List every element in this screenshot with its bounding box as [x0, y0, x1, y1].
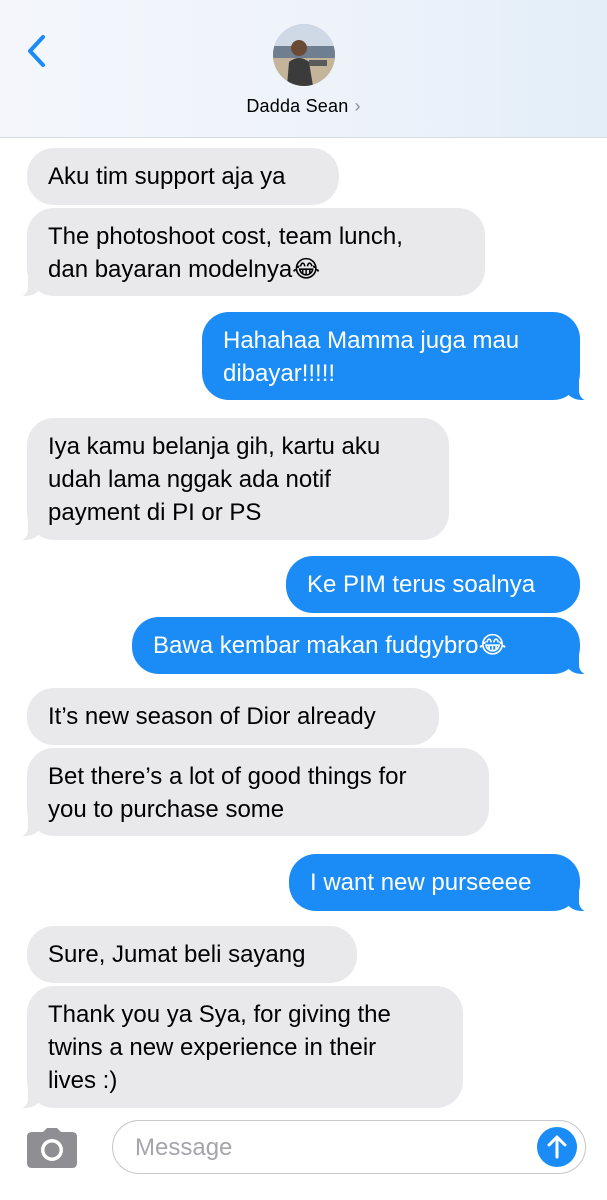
message-bubble-outgoing[interactable]: Hahahaa Mamma juga mau dibayar!!!!!: [202, 312, 591, 401]
avatar[interactable]: [273, 24, 335, 86]
message-text: It’s new season of Dior already: [48, 703, 376, 730]
camera-button[interactable]: [27, 1128, 77, 1168]
message-text: Sure, Jumat beli sayang: [48, 941, 306, 968]
message-bubble-incoming[interactable]: Sure, Jumat beli sayang: [27, 926, 357, 983]
message-text: Bet there’s a lot of good things for: [48, 763, 407, 790]
contact-name-button[interactable]: Dadda Sean ›: [0, 96, 607, 117]
contact-name: Dadda Sean: [246, 96, 349, 116]
message-bubble-incoming[interactable]: Bet there’s a lot of good things for you…: [16, 748, 489, 837]
conversation-header: Dadda Sean ›: [0, 0, 607, 138]
message-bubble-incoming[interactable]: Iya kamu belanja gih, kartu aku udah lam…: [16, 418, 449, 541]
message-bubble-incoming[interactable]: Aku tim support aja ya: [27, 148, 339, 205]
back-button[interactable]: [16, 28, 56, 74]
chevron-right-icon: ›: [354, 96, 361, 116]
message-text: I want new purseeee: [310, 869, 532, 896]
message-text: Aku tim support aja ya: [48, 163, 286, 190]
message-bubble-outgoing[interactable]: I want new purseeee: [289, 854, 591, 912]
message-input-field[interactable]: [112, 1120, 586, 1174]
message-text: Hahahaa Mamma juga mau: [223, 327, 520, 354]
message-bubble-incoming[interactable]: It’s new season of Dior already: [27, 688, 439, 745]
message-bubble-outgoing[interactable]: Ke PIM terus soalnya: [286, 556, 580, 613]
message-bubble-incoming[interactable]: Thank you ya Sya, for giving the twins a…: [16, 986, 463, 1109]
message-bubble-incoming[interactable]: The photoshoot cost, team lunch, dan bay…: [16, 208, 485, 297]
chevron-left-icon: [28, 35, 45, 67]
message-text: udah lama nggak ada notif: [48, 466, 331, 493]
message-text: dan bayaran modelnya😂: [48, 256, 321, 283]
message-input[interactable]: [133, 1129, 517, 1167]
message-text: dibayar!!!!!: [223, 360, 336, 387]
message-text: Iya kamu belanja gih, kartu aku: [48, 433, 381, 460]
arrow-up-icon: [547, 1135, 567, 1159]
message-text: twins a new experience in their: [48, 1034, 377, 1061]
message-text: The photoshoot cost, team lunch,: [48, 223, 403, 250]
message-text: payment di PI or PS: [48, 499, 262, 526]
message-text: lives :): [48, 1067, 118, 1094]
send-button[interactable]: [537, 1127, 577, 1167]
message-text: Ke PIM terus soalnya: [307, 571, 536, 598]
camera-icon: [27, 1128, 77, 1168]
message-text: Thank you ya Sya, for giving the: [48, 1001, 391, 1028]
message-text: Bawa kembar makan fudgybro😂: [153, 632, 507, 659]
message-bubble-outgoing[interactable]: Bawa kembar makan fudgybro😂: [132, 617, 591, 675]
message-text: you to purchase some: [48, 796, 285, 823]
